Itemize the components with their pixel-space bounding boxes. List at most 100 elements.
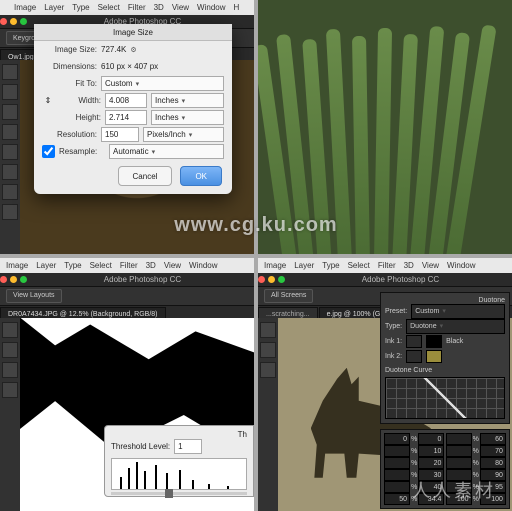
width-unit-select[interactable]: Inches▾ bbox=[151, 93, 224, 108]
menu-select[interactable]: Select bbox=[98, 3, 120, 12]
link-icon[interactable]: ⇕ bbox=[42, 96, 54, 105]
menu-3d[interactable]: 3D bbox=[146, 261, 156, 270]
curve-in-c[interactable] bbox=[446, 457, 472, 469]
menu-window[interactable]: Window bbox=[447, 261, 475, 270]
curve-in-d[interactable]: 80 bbox=[480, 457, 506, 469]
tool-crop[interactable] bbox=[260, 342, 276, 358]
pct-label: % bbox=[411, 484, 417, 491]
curve-in-a[interactable]: 0 bbox=[384, 433, 410, 445]
tool-lasso[interactable] bbox=[2, 104, 18, 120]
opt-viewlayouts[interactable]: View Layouts bbox=[6, 289, 62, 303]
curve-in-d[interactable]: 100 bbox=[480, 493, 506, 505]
tool-move[interactable] bbox=[2, 64, 18, 80]
curve-in-d[interactable]: 90 bbox=[480, 469, 506, 481]
mac-menubar: Image Layer Type Select Filter 3D View W… bbox=[0, 258, 254, 273]
curve-in-a[interactable]: 50 bbox=[384, 493, 410, 505]
resample-select[interactable]: Automatic▾ bbox=[109, 144, 224, 159]
curve-in-c[interactable]: 100 bbox=[446, 493, 472, 505]
tool-move[interactable] bbox=[2, 322, 18, 338]
menu-view[interactable]: View bbox=[172, 3, 189, 12]
fit-select[interactable]: Custom▾ bbox=[101, 76, 224, 91]
tool-hand[interactable] bbox=[2, 184, 18, 200]
menu-window[interactable]: Window bbox=[189, 261, 217, 270]
ok-button[interactable]: OK bbox=[180, 166, 222, 186]
menu-layer[interactable]: Layer bbox=[294, 261, 314, 270]
tool-move[interactable] bbox=[260, 322, 276, 338]
tool-marquee[interactable] bbox=[2, 342, 18, 358]
menu-view[interactable]: View bbox=[164, 261, 181, 270]
window-controls[interactable] bbox=[258, 276, 285, 283]
ink2-curve-icon[interactable] bbox=[406, 350, 422, 363]
height-unit-select[interactable]: Inches▾ bbox=[151, 110, 224, 125]
pane-bottom-right: Image Layer Type Select Filter 3D View W… bbox=[258, 258, 512, 511]
menu-filter[interactable]: Filter bbox=[378, 261, 396, 270]
tool-crop[interactable] bbox=[2, 124, 18, 140]
curve-in-c[interactable] bbox=[446, 445, 472, 457]
tool-marquee[interactable] bbox=[2, 84, 18, 100]
ink1-curve-icon[interactable] bbox=[406, 335, 422, 348]
curve-in-d[interactable]: 60 bbox=[480, 433, 506, 445]
duotone-curve[interactable] bbox=[385, 377, 505, 419]
width-input[interactable]: 4.008 bbox=[105, 93, 147, 108]
curve-in-b[interactable]: 34.4 bbox=[418, 493, 444, 505]
curve-in-b[interactable]: 10 bbox=[418, 445, 444, 457]
menu-select[interactable]: Select bbox=[90, 261, 112, 270]
curve-in-c[interactable] bbox=[446, 481, 472, 493]
menu-filter[interactable]: Filter bbox=[128, 3, 146, 12]
curve-in-b[interactable]: 20 bbox=[418, 457, 444, 469]
menu-select[interactable]: Select bbox=[348, 261, 370, 270]
curve-in-c[interactable] bbox=[446, 433, 472, 445]
menu-type[interactable]: Type bbox=[72, 3, 89, 12]
menu-type[interactable]: Type bbox=[64, 261, 81, 270]
curve-in-d[interactable]: 70 bbox=[480, 445, 506, 457]
resample-checkbox[interactable] bbox=[42, 145, 55, 158]
menu-image[interactable]: Image bbox=[6, 261, 28, 270]
curve-in-d[interactable]: 95 bbox=[480, 481, 506, 493]
curve-in-a[interactable] bbox=[384, 457, 410, 469]
curve-in-a[interactable] bbox=[384, 445, 410, 457]
menu-window[interactable]: Window bbox=[197, 3, 225, 12]
threshold-input[interactable]: 1 bbox=[174, 439, 202, 454]
tool-brush[interactable] bbox=[2, 144, 18, 160]
window-controls[interactable] bbox=[0, 276, 27, 283]
gear-icon[interactable]: ⚙ bbox=[130, 46, 136, 54]
ink1-name[interactable]: Black bbox=[446, 338, 463, 345]
res-input[interactable]: 150 bbox=[101, 127, 139, 142]
type-select[interactable]: Duotone▾ bbox=[406, 319, 505, 334]
opt-allscreens[interactable]: All Screens bbox=[264, 289, 313, 303]
cancel-button[interactable]: Cancel bbox=[118, 166, 173, 186]
mac-menubar: Image Layer Type Select Filter 3D View W… bbox=[258, 258, 512, 273]
ink2-swatch[interactable] bbox=[426, 350, 442, 363]
preset-select[interactable]: Custom▾ bbox=[411, 304, 505, 319]
res-label: Resolution: bbox=[42, 130, 97, 139]
menu-filter[interactable]: Filter bbox=[120, 261, 138, 270]
menu-3d[interactable]: 3D bbox=[404, 261, 414, 270]
threshold-slider[interactable] bbox=[111, 492, 247, 495]
curve-in-a[interactable] bbox=[384, 481, 410, 493]
tool-brush[interactable] bbox=[260, 362, 276, 378]
menu-image[interactable]: Image bbox=[14, 3, 36, 12]
curve-in-a[interactable] bbox=[384, 469, 410, 481]
image-size-title: Image Size bbox=[34, 24, 232, 41]
canvas-tr[interactable] bbox=[258, 0, 512, 254]
tool-brush[interactable] bbox=[2, 362, 18, 378]
tool-zoom[interactable] bbox=[2, 204, 18, 220]
tool-text[interactable] bbox=[2, 164, 18, 180]
ink1-swatch[interactable] bbox=[426, 335, 442, 348]
curve-in-b[interactable]: 40 bbox=[418, 481, 444, 493]
tool-hand[interactable] bbox=[2, 382, 18, 398]
curve-in-b[interactable]: 30 bbox=[418, 469, 444, 481]
menu-layer[interactable]: Layer bbox=[44, 3, 64, 12]
height-input[interactable]: 2.714 bbox=[105, 110, 147, 125]
window-controls[interactable] bbox=[0, 18, 27, 25]
menu-image[interactable]: Image bbox=[264, 261, 286, 270]
curve-in-b[interactable]: 0 bbox=[418, 433, 444, 445]
menu-help[interactable]: H bbox=[234, 3, 240, 12]
menu-layer[interactable]: Layer bbox=[36, 261, 56, 270]
menu-3d[interactable]: 3D bbox=[154, 3, 164, 12]
slider-handle[interactable] bbox=[165, 489, 173, 498]
menu-type[interactable]: Type bbox=[322, 261, 339, 270]
res-unit-select[interactable]: Pixels/Inch▾ bbox=[143, 127, 224, 142]
curve-in-c[interactable] bbox=[446, 469, 472, 481]
menu-view[interactable]: View bbox=[422, 261, 439, 270]
